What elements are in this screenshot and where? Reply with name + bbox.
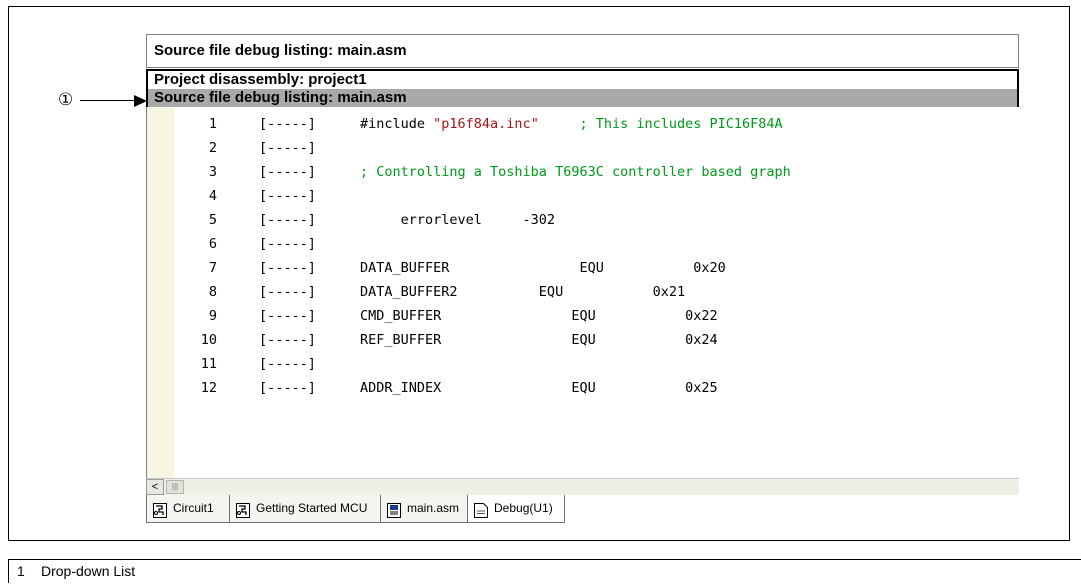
address-marker: [-----] — [259, 236, 316, 252]
code-text: REF_BUFFER EQU 0x24 — [360, 332, 718, 348]
address-marker: [-----] — [259, 284, 316, 300]
tab-label: Circuit1 — [173, 501, 214, 515]
chevron-left-icon: < — [151, 481, 159, 493]
address-marker: [-----] — [259, 308, 316, 324]
code-line: 8 [-----] DATA_BUFFER2 EQU 0x21 — [147, 280, 1019, 304]
code-text: DATA_BUFFER2 EQU 0x21 — [360, 284, 686, 300]
source-text: DATA_BUFFER2 EQU 0x21 — [360, 280, 685, 304]
code-listing[interactable]: 1 [-----] #include "p16f84a.inc" ; This in… — [146, 107, 1019, 478]
listing-dropdown[interactable]: Source file debug listing: main.asm — [146, 34, 1019, 68]
code-line: 3 [-----] ; Controlling a Toshiba T6963C c… — [147, 160, 1019, 184]
code-line: 4 [-----] — [147, 184, 1019, 208]
comment-text: ; Controlling a Toshiba T6963C controlle… — [360, 164, 791, 180]
source-text: ; Controlling a Toshiba T6963C controlle… — [360, 160, 791, 184]
tab-circuit1[interactable]: Circuit1 — [146, 495, 230, 523]
address-marker: [-----] — [259, 140, 316, 156]
code-text: CMD_BUFFER EQU 0x22 — [360, 308, 718, 324]
tab-debug-u1[interactable]: Debug(U1) — [467, 495, 565, 523]
source-text: ADDR_INDEX EQU 0x25 — [360, 376, 718, 400]
code-text: #include — [360, 116, 434, 132]
address-marker: [-----] — [259, 356, 316, 372]
grip-icon: ||| — [171, 482, 179, 491]
dropdown-option-label: Source file debug listing: main.asm — [154, 89, 407, 106]
tab-label: Debug(U1) — [494, 501, 553, 515]
legend-text: Drop-down List — [41, 563, 136, 579]
dropdown-option-project-disassembly[interactable]: Project disassembly: project1 — [148, 71, 1017, 89]
code-line: 11 [-----] — [147, 352, 1019, 376]
line-number: 6 — [208, 236, 217, 252]
code-line: 1 [-----] #include "p16f84a.inc" ; This in… — [147, 112, 1019, 136]
address-marker: [-----] — [259, 188, 316, 204]
source-text: #include "p16f84a.inc" ; This includes P… — [360, 112, 783, 136]
address-marker: [-----] — [259, 332, 316, 348]
code-line: 9 [-----] CMD_BUFFER EQU 0x22 — [147, 304, 1019, 328]
code-line: 7 [-----] DATA_BUFFER EQU 0x20 — [147, 256, 1019, 280]
code-line: 2 [-----] — [147, 136, 1019, 160]
callout-arrow-line — [80, 100, 136, 101]
listing-dropdown-value: Source file debug listing: main.asm — [154, 42, 407, 59]
scroll-left-button[interactable]: < — [146, 479, 164, 495]
line-number: 7 — [208, 260, 217, 276]
address-marker: [-----] — [259, 212, 316, 228]
document-icon — [474, 501, 488, 518]
tab-label: Getting Started MCU — [256, 501, 368, 515]
line-number: 2 — [208, 140, 217, 156]
line-number: 11 — [200, 356, 217, 372]
line-number: 4 — [208, 188, 217, 204]
address-marker: [-----] — [259, 164, 316, 180]
code-text: errorlevel -302 — [360, 212, 556, 228]
schematic-icon — [236, 501, 250, 518]
scrollbar-thumb[interactable]: ||| — [166, 480, 184, 494]
horizontal-scrollbar[interactable]: < ||| — [146, 478, 1019, 495]
listing-dropdown-list: Project disassembly: project1 Source fil… — [146, 69, 1019, 107]
comment-text: ; This includes PIC16F84A — [538, 116, 783, 132]
tab-main-asm[interactable]: main.asm — [380, 495, 468, 523]
line-number: 1 — [208, 116, 217, 132]
address-marker: [-----] — [259, 260, 316, 276]
code-line: 12 [-----] ADDR_INDEX EQU 0x25 — [147, 376, 1019, 400]
line-number: 8 — [208, 284, 217, 300]
code-text: ADDR_INDEX EQU 0x25 — [360, 380, 718, 396]
schematic-icon — [153, 501, 167, 518]
line-number: 5 — [208, 212, 217, 228]
document-tab-bar: Circuit1 Getting Started MCU main.asm Debug… — [146, 495, 1019, 523]
tab-label: main.asm — [407, 501, 460, 515]
line-number: 10 — [200, 332, 217, 348]
source-text: REF_BUFFER EQU 0x24 — [360, 328, 718, 352]
line-number: 3 — [208, 164, 217, 180]
line-number: 12 — [200, 380, 217, 396]
source-text: CMD_BUFFER EQU 0x22 — [360, 304, 718, 328]
code-line: 6 [-----] — [147, 232, 1019, 256]
code-line: 5 [-----] errorlevel -302 — [147, 208, 1019, 232]
tab-getting-started-mcu[interactable]: Getting Started MCU — [229, 495, 381, 523]
dropdown-option-source-listing[interactable]: Source file debug listing: main.asm — [148, 89, 1017, 107]
asm-file-icon — [387, 501, 401, 518]
debug-window: Source file debug listing: main.asm Proj… — [146, 34, 1021, 523]
source-text: errorlevel -302 — [360, 208, 555, 232]
line-number: 9 — [208, 308, 217, 324]
source-text: DATA_BUFFER EQU 0x20 — [360, 256, 726, 280]
address-marker: [-----] — [259, 380, 316, 396]
callout-marker: ① — [58, 90, 74, 110]
legend-number: 1 — [17, 563, 25, 579]
string-literal: "p16f84a.inc" — [433, 116, 539, 132]
figure-legend: 1 Drop-down List — [8, 559, 1081, 583]
code-line: 10 [-----] REF_BUFFER EQU 0x24 — [147, 328, 1019, 352]
dropdown-option-label: Project disassembly: project1 — [154, 71, 367, 88]
address-marker: [-----] — [259, 116, 316, 132]
code-text: DATA_BUFFER EQU 0x20 — [360, 260, 726, 276]
